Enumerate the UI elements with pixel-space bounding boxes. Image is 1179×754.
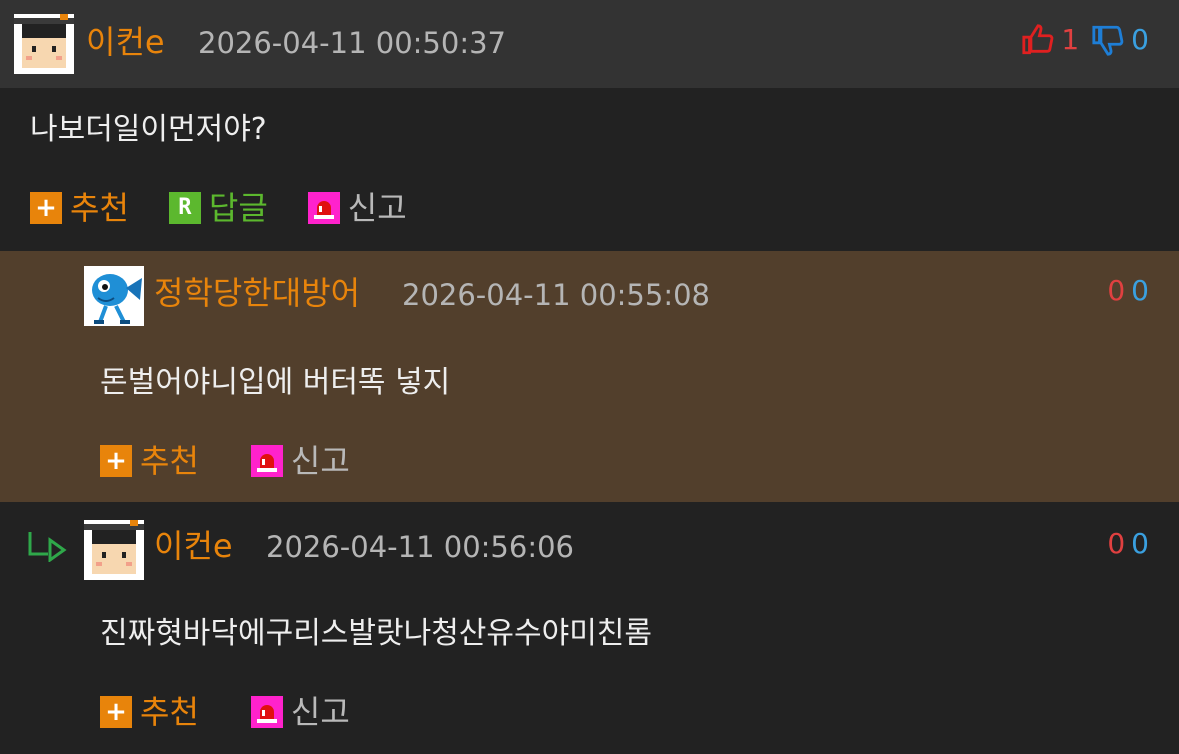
recommend-label: 추천 [140, 442, 199, 480]
reply-label: 답글 [208, 189, 268, 227]
reply-arrow-icon [28, 532, 67, 562]
comment-nickname[interactable]: 이컨e [86, 22, 165, 62]
comment-text: 돈벌어야니입에 버터똑 넣지 [100, 365, 451, 400]
recommend-label: 추천 [70, 189, 129, 227]
downvote-count: 0 [1131, 23, 1149, 56]
comment-date: 2026-04-11 00:55:08 [402, 278, 710, 312]
vote-counts: 0 0 [1107, 524, 1149, 564]
comment-2: 정학당한대방어 2026-04-11 00:55:08 0 0 돈벌어야니입에 … [0, 251, 1179, 502]
upvote-count: 1 [1061, 23, 1080, 56]
downvote-count: 0 [1131, 527, 1149, 560]
downvote-count: 0 [1131, 274, 1149, 307]
comment-actions: + 추천 신고 [100, 441, 350, 481]
reply-r-icon: R [168, 192, 201, 224]
plus-icon: + [100, 445, 132, 477]
upvote-count: 0 [1107, 274, 1126, 307]
comment-date: 2026-04-11 00:50:37 [198, 26, 506, 60]
report-button[interactable]: 신고 [250, 692, 350, 732]
plus-icon: + [30, 192, 62, 224]
blue-fish-avatar-icon[interactable] [84, 266, 144, 326]
graduate-avatar-icon[interactable] [84, 520, 144, 580]
report-label: 신고 [290, 442, 350, 480]
plus-icon: + [100, 696, 132, 728]
recommend-button[interactable]: + 추천 [100, 441, 199, 481]
thumbs-up-icon[interactable] [1021, 23, 1055, 57]
recommend-button[interactable]: + 추천 [30, 188, 129, 228]
comment-actions: + 추천 R 답글 신고 [30, 188, 407, 228]
comment-nickname[interactable]: 이컨e [154, 526, 233, 566]
comment-date: 2026-04-11 00:56:06 [266, 530, 574, 564]
vote-counts: 0 0 [1107, 271, 1149, 311]
siren-icon [307, 192, 340, 224]
comment-3: 이컨e 2026-04-11 00:56:06 0 0 진짜혓바닥에구리스발랏나… [0, 502, 1179, 754]
comment-1: 이컨e 2026-04-11 00:50:37 1 0 나보더일이먼저야? + … [0, 0, 1179, 251]
report-button[interactable]: 신고 [250, 441, 350, 481]
graduate-avatar-icon[interactable] [14, 14, 74, 74]
comment-actions: + 추천 신고 [100, 692, 350, 732]
report-label: 신고 [290, 693, 350, 731]
thumbs-down-icon[interactable] [1091, 23, 1125, 57]
recommend-label: 추천 [140, 693, 199, 731]
vote-counts: 1 0 [1021, 20, 1149, 60]
report-button[interactable]: 신고 [307, 188, 407, 228]
comment-text: 진짜혓바닥에구리스발랏나청산유수야미친롬 [100, 616, 652, 651]
siren-icon [250, 696, 283, 728]
recommend-button[interactable]: + 추천 [100, 692, 199, 732]
siren-icon [250, 445, 283, 477]
comment-nickname[interactable]: 정학당한대방어 [154, 273, 360, 313]
comment-header [0, 0, 1179, 88]
reply-button[interactable]: R 답글 [168, 188, 268, 228]
report-label: 신고 [347, 189, 407, 227]
upvote-count: 0 [1107, 527, 1126, 560]
comment-text: 나보더일이먼저야? [30, 112, 267, 147]
